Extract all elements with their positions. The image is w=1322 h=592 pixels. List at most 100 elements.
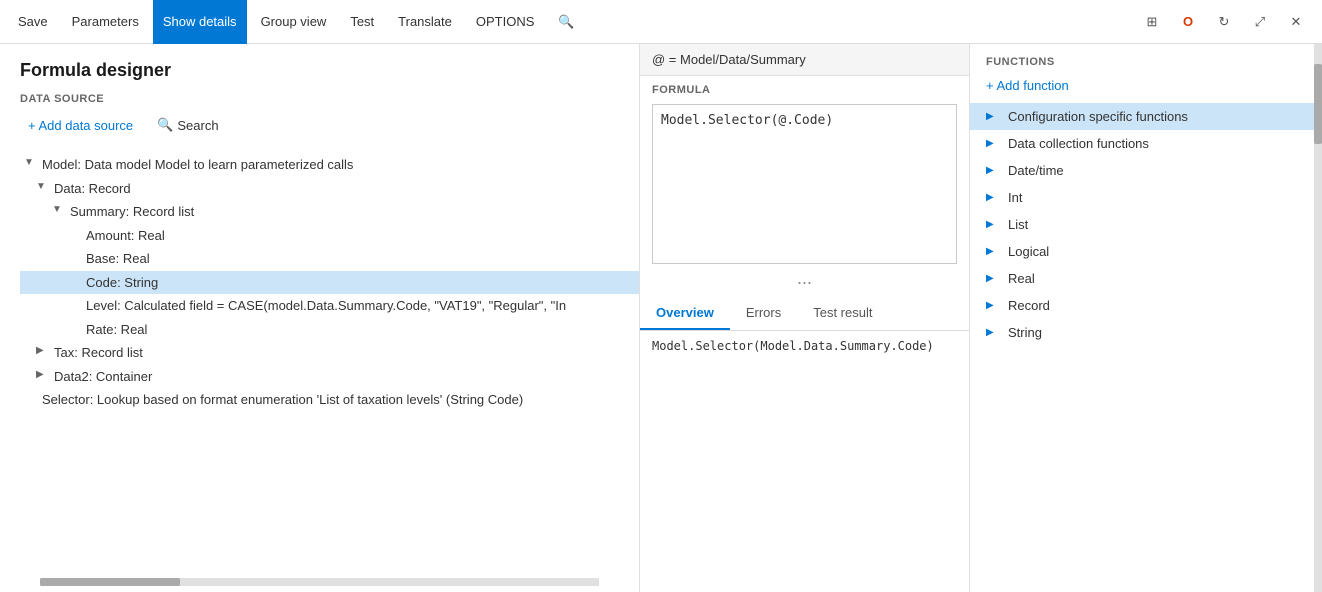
- formula-path-bar: @ = Model/Data/Summary: [640, 44, 969, 76]
- add-function-button[interactable]: + Add function: [986, 76, 1306, 95]
- function-item-record[interactable]: ▶ Record: [970, 292, 1322, 319]
- function-item-int[interactable]: ▶ Int: [970, 184, 1322, 211]
- tree-item[interactable]: ▼ Data: Record: [20, 177, 639, 201]
- chevron-icon: ▶: [986, 165, 1002, 176]
- function-item-label: String: [1008, 325, 1042, 340]
- search-titlebar-button[interactable]: 🔍: [548, 0, 584, 44]
- group-view-button[interactable]: Group view: [251, 0, 337, 44]
- function-item-label: Data collection functions: [1008, 136, 1149, 151]
- chevron-icon: ▶: [986, 300, 1002, 311]
- vertical-scrollbar[interactable]: [1314, 44, 1322, 592]
- office-icon[interactable]: O: [1174, 8, 1202, 36]
- panel-header: Formula designer DATA SOURCE + Add data …: [0, 44, 639, 153]
- tree-item-label: Summary: Record list: [70, 202, 194, 222]
- refresh-icon[interactable]: ↻: [1210, 8, 1238, 36]
- search-data-source-button[interactable]: 🔍 Search: [149, 113, 226, 137]
- tree-item[interactable]: ▶ Level: Calculated field = CASE(model.D…: [20, 294, 620, 318]
- tree-item[interactable]: ▶ Tax: Record list: [20, 341, 639, 365]
- function-item-label: Int: [1008, 190, 1022, 205]
- show-details-button[interactable]: Show details: [153, 0, 247, 44]
- close-icon[interactable]: ✕: [1282, 8, 1310, 36]
- tree-item-selected[interactable]: ▶ Code: String: [20, 271, 639, 295]
- formula-editor[interactable]: Model.Selector(@.Code): [652, 104, 957, 264]
- formula-output: Model.Selector(Model.Data.Summary.Code): [640, 331, 969, 592]
- bottom-scroll-area: [0, 574, 639, 592]
- tree-item-label: Amount: Real: [86, 226, 165, 246]
- chevron-icon: ▶: [986, 111, 1002, 122]
- tree-item-label: Selector: Lookup based on format enumera…: [42, 390, 523, 410]
- tab-errors[interactable]: Errors: [730, 297, 797, 330]
- scrollbar-thumb-vertical[interactable]: [1314, 64, 1322, 144]
- data-source-label: DATA SOURCE: [20, 93, 619, 105]
- function-item-label: Configuration specific functions: [1008, 109, 1188, 124]
- function-item-string[interactable]: ▶ String: [970, 319, 1322, 346]
- function-item-label: Record: [1008, 298, 1050, 313]
- tree-item-label: Rate: Real: [86, 320, 147, 340]
- tree-item[interactable]: ▼ Model: Data model Model to learn param…: [20, 153, 639, 177]
- tree-item-label: Model: Data model Model to learn paramet…: [42, 155, 353, 175]
- tab-test-result[interactable]: Test result: [797, 297, 888, 330]
- title-bar: Save Parameters Show details Group view …: [0, 0, 1322, 44]
- scrollbar-thumb[interactable]: [40, 578, 180, 586]
- function-item-label: Date/time: [1008, 163, 1064, 178]
- search-icon: 🔍: [157, 117, 173, 133]
- tree-item-label: Data: Record: [54, 179, 131, 199]
- expand-icon: ▼: [24, 155, 40, 168]
- function-item-datetime[interactable]: ▶ Date/time: [970, 157, 1322, 184]
- parameters-button[interactable]: Parameters: [62, 0, 149, 44]
- tree-item[interactable]: ▶ Rate: Real: [20, 318, 639, 342]
- expand-icon: ▼: [36, 179, 52, 192]
- title-bar-left: Save Parameters Show details Group view …: [8, 0, 1138, 44]
- function-item-label: Real: [1008, 271, 1035, 286]
- right-panel: FUNCTIONS + Add function ▶ Configuration…: [970, 44, 1322, 592]
- tree-item-label: Level: Calculated field = CASE(model.Dat…: [86, 296, 566, 316]
- test-button[interactable]: Test: [340, 0, 384, 44]
- formula-text: Model.Selector(@.Code): [661, 113, 833, 128]
- function-item-list[interactable]: ▶ List: [970, 211, 1322, 238]
- maximize-icon[interactable]: ⤢: [1246, 8, 1274, 36]
- function-item-real[interactable]: ▶ Real: [970, 265, 1322, 292]
- add-data-source-button[interactable]: + Add data source: [20, 114, 141, 137]
- function-item-label: List: [1008, 217, 1028, 232]
- formula-more: ...: [640, 264, 969, 293]
- toolbar-row: + Add data source 🔍 Search: [20, 113, 619, 137]
- chevron-icon: ▶: [986, 138, 1002, 149]
- left-panel: Formula designer DATA SOURCE + Add data …: [0, 44, 640, 592]
- grid-icon[interactable]: ⊞: [1138, 8, 1166, 36]
- expand-icon: ▶: [36, 343, 52, 356]
- tree-item[interactable]: ▶ Data2: Container: [20, 365, 639, 389]
- title-bar-right: ⊞ O ↻ ⤢ ✕: [1138, 8, 1314, 36]
- chevron-icon: ▶: [986, 327, 1002, 338]
- tree-item[interactable]: ▼ Summary: Record list: [20, 200, 639, 224]
- function-item-logical[interactable]: ▶ Logical: [970, 238, 1322, 265]
- options-button[interactable]: OPTIONS: [466, 0, 545, 44]
- expand-icon: ▶: [36, 367, 52, 380]
- chevron-icon: ▶: [986, 219, 1002, 230]
- tree-item-label: Code: String: [86, 273, 158, 293]
- right-header: FUNCTIONS + Add function: [970, 44, 1322, 103]
- chevron-icon: ▶: [986, 246, 1002, 257]
- tree-container[interactable]: ▼ Model: Data model Model to learn param…: [0, 153, 639, 574]
- translate-button[interactable]: Translate: [388, 0, 462, 44]
- search-titlebar-icon: 🔍: [558, 14, 574, 30]
- tab-overview[interactable]: Overview: [640, 297, 730, 330]
- expand-icon: ▼: [52, 202, 68, 215]
- function-item-data-collection[interactable]: ▶ Data collection functions: [970, 130, 1322, 157]
- chevron-icon: ▶: [986, 192, 1002, 203]
- tree-item-label: Tax: Record list: [54, 343, 143, 363]
- function-item-configuration[interactable]: ▶ Configuration specific functions: [970, 103, 1322, 130]
- tree-item[interactable]: ▶ Base: Real: [20, 247, 639, 271]
- tree-item-label: Data2: Container: [54, 367, 152, 387]
- formula-tabs: Overview Errors Test result: [640, 297, 969, 331]
- main-container: Formula designer DATA SOURCE + Add data …: [0, 44, 1322, 592]
- chevron-icon: ▶: [986, 273, 1002, 284]
- tree-item[interactable]: ▶ Selector: Lookup based on format enume…: [20, 388, 639, 412]
- functions-label: FUNCTIONS: [986, 56, 1306, 68]
- function-item-label: Logical: [1008, 244, 1049, 259]
- middle-panel: @ = Model/Data/Summary FORMULA Model.Sel…: [640, 44, 970, 592]
- horizontal-scrollbar[interactable]: [40, 578, 599, 586]
- tree-item-label: Base: Real: [86, 249, 150, 269]
- formula-section: FORMULA: [640, 76, 969, 104]
- save-button[interactable]: Save: [8, 0, 58, 44]
- tree-item[interactable]: ▶ Amount: Real: [20, 224, 639, 248]
